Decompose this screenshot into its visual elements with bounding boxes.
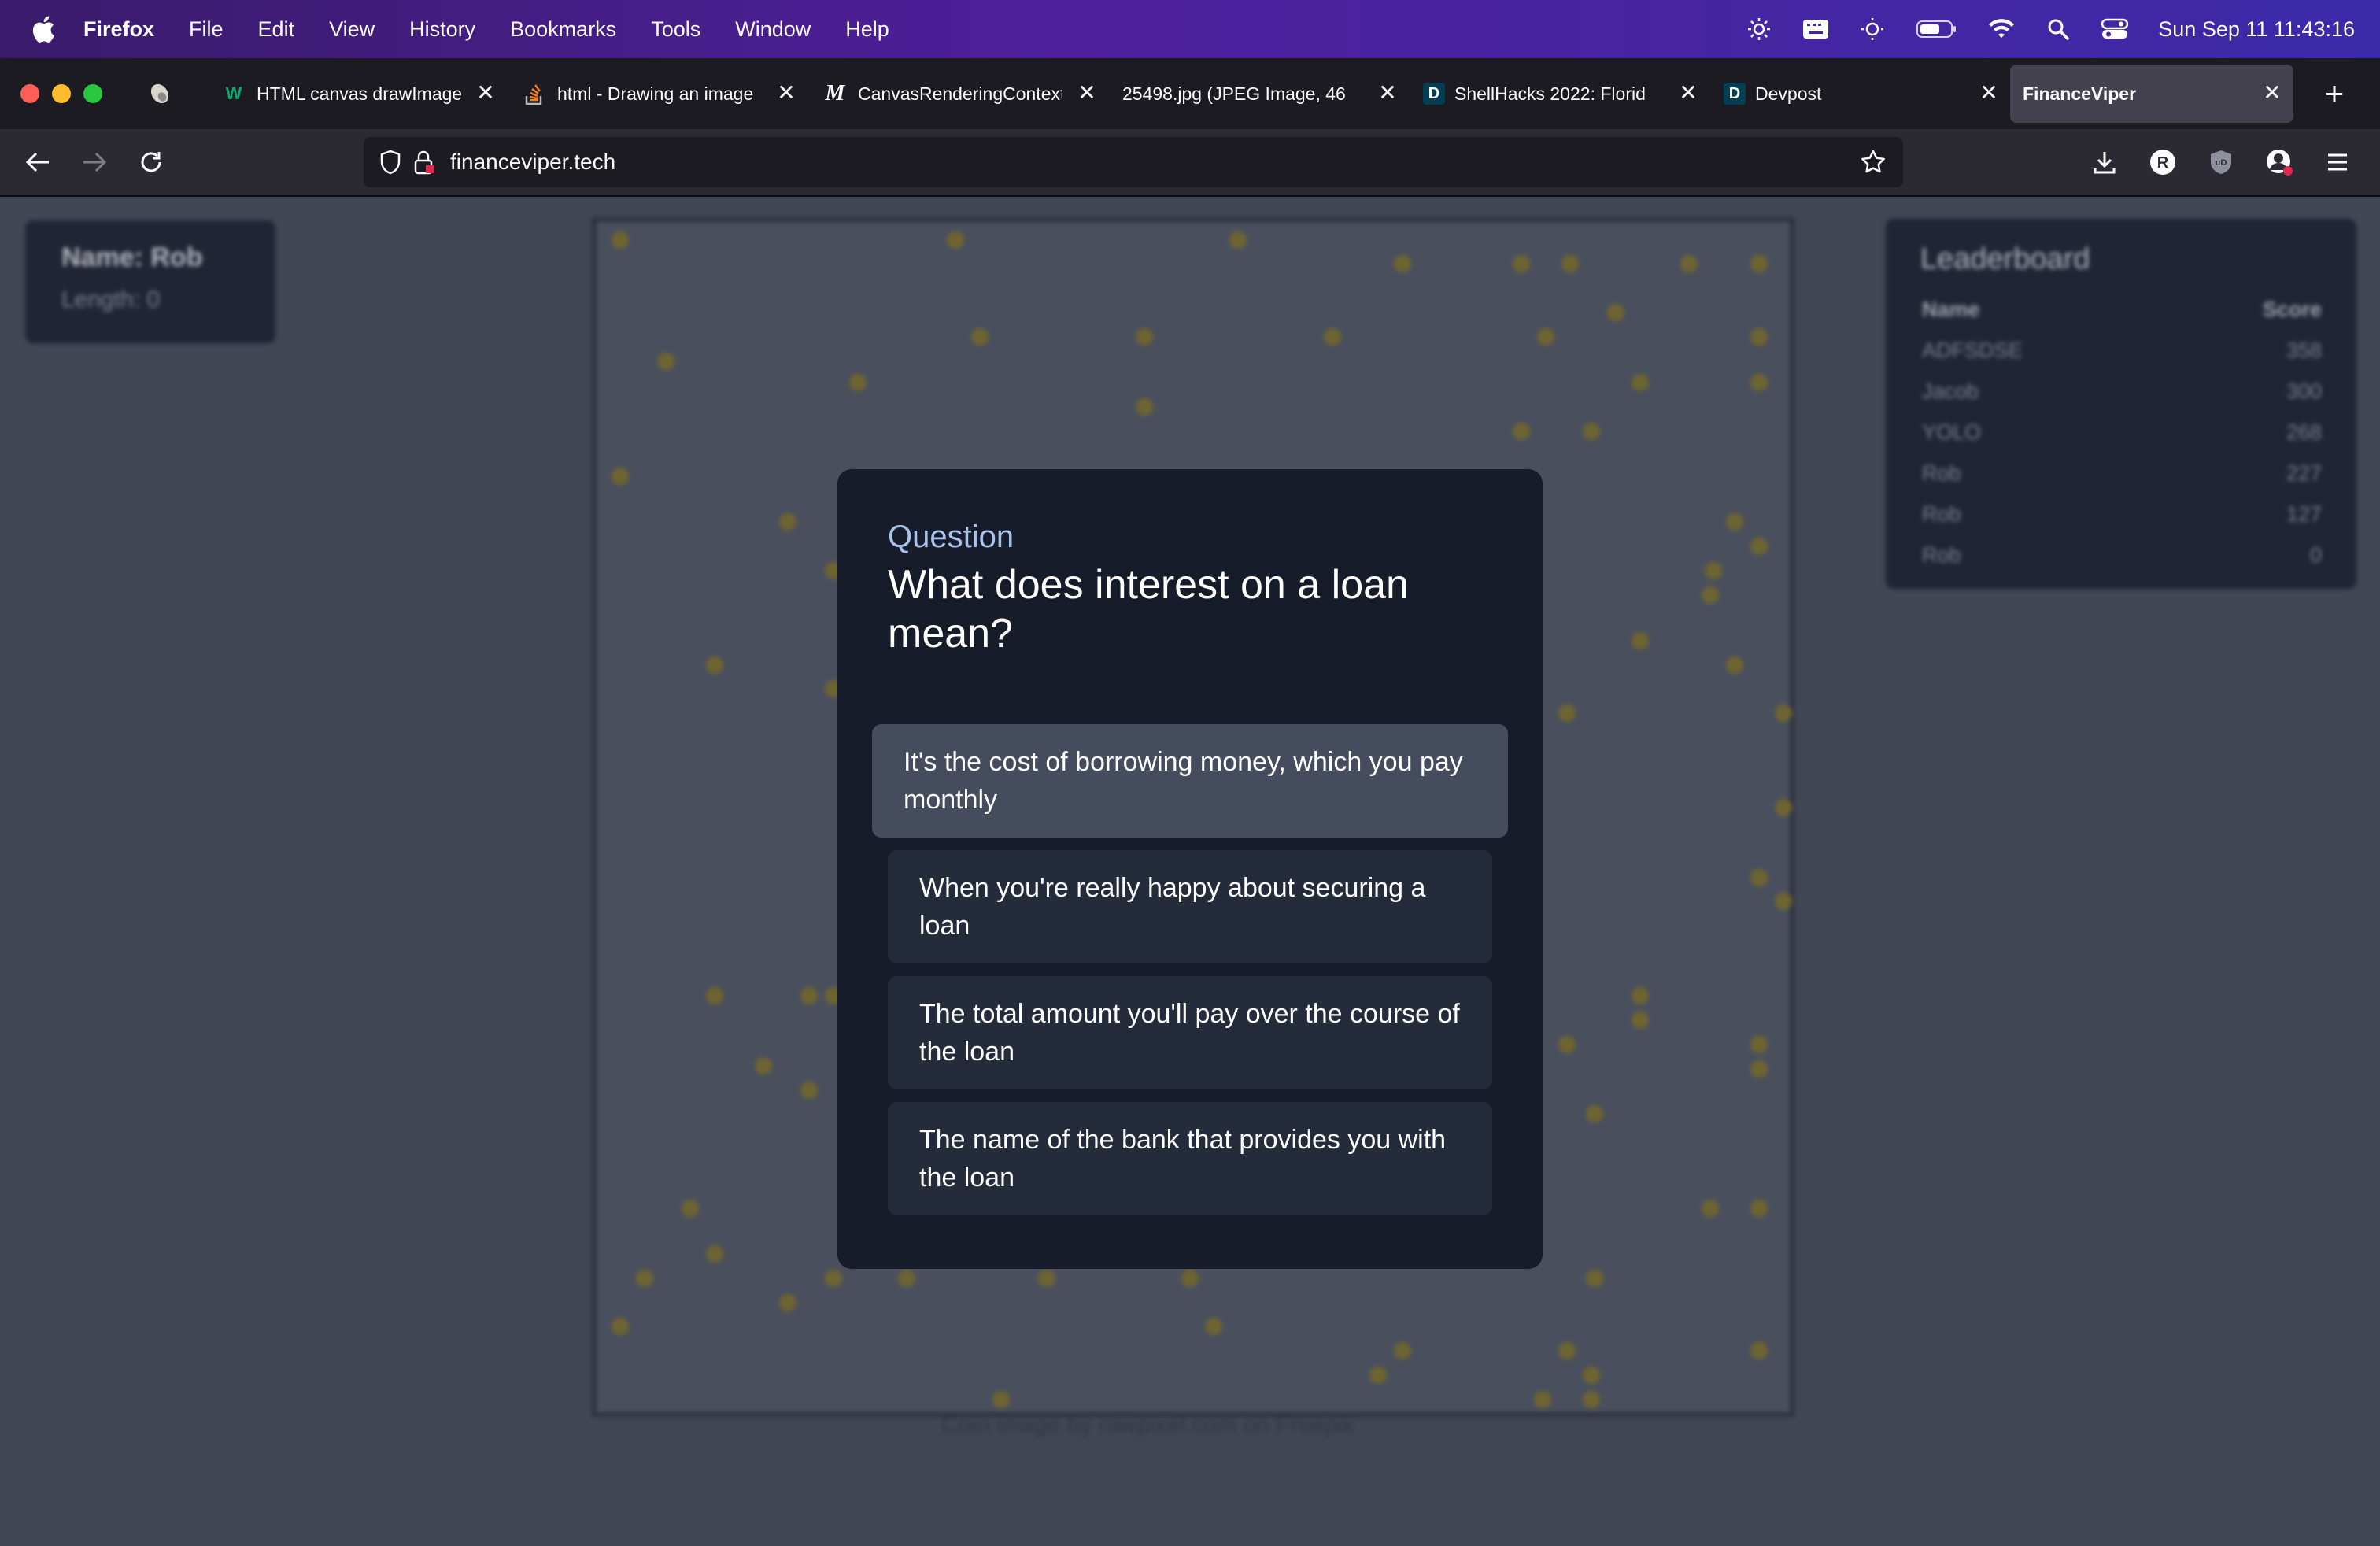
browser-tab-strip: W HTML canvas drawImage ✕ html - Drawing… (0, 58, 2380, 129)
tab-close-icon[interactable]: ✕ (1074, 79, 1100, 105)
reload-button[interactable] (129, 140, 173, 184)
tab-close-icon[interactable]: ✕ (1975, 79, 2002, 105)
tab-close-icon[interactable]: ✕ (2259, 79, 2286, 105)
tab-close-icon[interactable]: ✕ (1374, 79, 1401, 105)
address-bar[interactable]: financeviper.tech (364, 137, 1903, 187)
tab-financeviper[interactable]: FinanceViper ✕ (2010, 65, 2293, 123)
tab-html-drawing-an-image[interactable]: html - Drawing an image ✕ (507, 65, 808, 123)
macos-menu-bar: Firefox File Edit View History Bookmarks… (0, 0, 2380, 58)
apple-menu-icon[interactable] (30, 13, 57, 45)
forward-button[interactable] (72, 140, 116, 184)
new-tab-button[interactable]: + (2311, 70, 2358, 117)
tab-close-icon[interactable]: ✕ (472, 79, 499, 105)
browser-toolbar: financeviper.tech R uD (0, 129, 2380, 197)
menu-bookmarks[interactable]: Bookmarks (510, 17, 616, 42)
menu-view[interactable]: View (329, 17, 375, 42)
account-avatar-icon[interactable]: R (2141, 140, 2185, 184)
tab-jpeg-image[interactable]: 25498.jpg (JPEG Image, 46 ✕ (1108, 65, 1409, 123)
keyboard-icon[interactable] (1802, 16, 1829, 43)
url-text[interactable]: financeviper.tech (450, 150, 615, 175)
tab-title: 25498.jpg (JPEG Image, 46 (1122, 83, 1346, 104)
wifi-icon[interactable] (1988, 16, 2015, 43)
tab-pinned[interactable] (146, 65, 206, 123)
svg-text:uD: uD (2216, 158, 2227, 168)
bookmark-star-icon[interactable] (1857, 146, 1889, 178)
devpost-icon: D (1423, 83, 1445, 105)
battery-icon[interactable] (1916, 16, 1958, 43)
tab-title: html - Drawing an image (557, 83, 754, 104)
tab-close-icon[interactable]: ✕ (1675, 79, 1702, 105)
ublock-shield-icon[interactable]: uD (2199, 140, 2243, 184)
display-brightness-icon[interactable] (1859, 16, 1886, 43)
answer-option-3[interactable]: The total amount you'll pay over the cou… (888, 976, 1492, 1089)
lock-icon[interactable] (408, 146, 439, 178)
spotlight-search-icon[interactable] (2045, 16, 2071, 43)
menu-tools[interactable]: Tools (651, 17, 700, 42)
tab-html-canvas-drawimage[interactable]: W HTML canvas drawImage ✕ (206, 65, 507, 123)
menu-history[interactable]: History (409, 17, 475, 42)
page-viewport: Name: Rob Length: 0 Coin image by rawpix… (0, 197, 2380, 1546)
pin-tab-icon (146, 80, 173, 107)
back-button[interactable] (16, 140, 60, 184)
control-center-icon[interactable] (2101, 16, 2129, 43)
tab-title: FinanceViper (2023, 83, 2137, 104)
question-label: Question (888, 520, 1014, 554)
tab-title: ShellHacks 2022: Florid (1454, 83, 1646, 104)
menu-window[interactable]: Window (735, 17, 811, 42)
answer-option-2[interactable]: When you're really happy about securing … (888, 850, 1492, 963)
question-modal: Question What does interest on a loan me… (837, 469, 1543, 1269)
tab-title: HTML canvas drawImage (257, 83, 461, 104)
minimize-window-button[interactable] (52, 84, 71, 103)
menu-app-name[interactable]: Firefox (83, 17, 154, 42)
toolbar-extensions: R uD (2082, 140, 2360, 184)
tab-title: Devpost (1755, 83, 1822, 104)
answer-option-1[interactable]: It's the cost of borrowing money, which … (872, 724, 1508, 838)
menu-file[interactable]: File (189, 17, 224, 42)
tab-title: CanvasRenderingContext (858, 83, 1062, 104)
zoom-window-button[interactable] (83, 84, 102, 103)
downloads-icon[interactable] (2082, 140, 2127, 184)
stackoverflow-icon (521, 80, 548, 107)
answer-option-4[interactable]: The name of the bank that provides you w… (888, 1102, 1492, 1215)
tab-devpost[interactable]: D Devpost ✕ (1709, 65, 2010, 123)
menubar-clock[interactable]: Sun Sep 11 11:43:16 (2158, 17, 2355, 42)
tab-shellhacks-2022[interactable]: D ShellHacks 2022: Florid ✕ (1409, 65, 1709, 123)
tab-canvasrenderingcontext[interactable]: M CanvasRenderingContext ✕ (808, 65, 1108, 123)
extension-avatar-icon[interactable] (2257, 140, 2301, 184)
w3schools-icon: W (225, 83, 242, 103)
devpost-icon: D (1724, 83, 1746, 105)
menu-edit[interactable]: Edit (258, 17, 295, 42)
tracking-protection-shield-icon[interactable] (375, 146, 406, 178)
brightness-icon[interactable] (1746, 16, 1772, 43)
window-controls (20, 84, 102, 103)
close-window-button[interactable] (20, 84, 39, 103)
mdn-icon: M (825, 81, 845, 105)
menu-help[interactable]: Help (845, 17, 889, 42)
hamburger-menu-icon[interactable] (2315, 140, 2360, 184)
question-text: What does interest on a loan mean? (888, 562, 1409, 656)
status-icons: Sun Sep 11 11:43:16 (1746, 0, 2355, 58)
tab-close-icon[interactable]: ✕ (773, 79, 800, 105)
svg-text:R: R (2157, 154, 2169, 172)
